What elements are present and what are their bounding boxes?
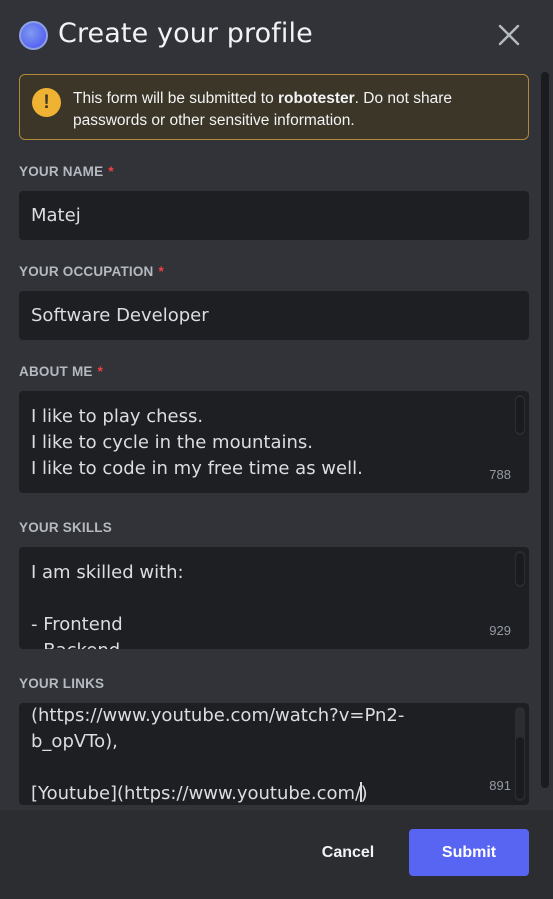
modal-scrollbar[interactable] [541,72,549,788]
name-input-value: Matej [31,205,81,226]
skills-line [31,586,501,612]
notice-app-name: robotester [278,90,355,107]
links-scrollbar[interactable] [515,707,525,801]
links-textarea[interactable]: (https://www.youtube.com/watch?v=Pn2- b_… [19,703,529,805]
required-marker: * [97,364,104,379]
about-char-counter: 788 [489,467,511,482]
about-line: I like to play chess. [31,406,204,427]
notice-text: This form will be submitted to roboteste… [73,90,453,129]
skills-line: - Frontend [31,614,123,635]
links-line [31,755,501,781]
warning-notice: ! This form will be submitted to robotes… [19,74,529,140]
modal-footer: Cancel Submit [0,810,553,899]
close-icon [498,24,520,46]
required-marker: * [158,264,164,279]
name-input[interactable]: Matej [19,191,529,240]
skills-line: - Backend [31,638,501,649]
name-label: YOUR NAME * [19,164,114,179]
occupation-label: YOUR OCCUPATION * [19,264,164,279]
warning-icon: ! [32,88,61,117]
occupation-input[interactable]: Software Developer [19,291,529,340]
links-line: (https://www.youtube.com/watch?v=Pn2- [31,705,405,726]
about-line: I like to code in my free time as well. [31,458,363,479]
modal-scrollbar-thumb[interactable] [541,72,549,788]
about-scrollbar-thumb[interactable] [516,397,524,433]
skills-char-counter: 929 [489,623,511,638]
required-marker: * [108,164,114,179]
links-line: b_opVTo), [31,731,118,752]
links-label: YOUR LINKS [19,676,105,691]
modal-title: Create your profile [58,18,313,49]
app-avatar-icon [19,21,48,50]
skills-scrollbar-thumb[interactable] [516,553,524,585]
about-label: ABOUT ME * [19,364,104,379]
skills-textarea[interactable]: I am skilled with: - Frontend - Backend … [19,547,529,649]
occupation-input-value: Software Developer [31,305,209,326]
modal-header: Create your profile [0,0,553,72]
links-scrollbar-thumb[interactable] [516,737,524,799]
links-char-counter: 891 [489,778,511,793]
about-textarea[interactable]: I like to play chess. I like to cycle in… [19,391,529,493]
skills-line: I am skilled with: [31,562,184,583]
cancel-button[interactable]: Cancel [300,830,396,876]
text-caret [360,782,362,802]
close-button[interactable] [494,20,524,50]
about-scrollbar[interactable] [515,395,525,435]
links-line-with-caret: [Youtube](https://www.youtube.com/) [31,782,368,804]
about-line: I like to cycle in the mountains. [31,432,313,453]
submit-button[interactable]: Submit [409,829,529,876]
skills-scrollbar[interactable] [515,551,525,587]
skills-label: YOUR SKILLS [19,520,112,535]
create-profile-modal: Create your profile ! This form will be … [0,0,553,899]
